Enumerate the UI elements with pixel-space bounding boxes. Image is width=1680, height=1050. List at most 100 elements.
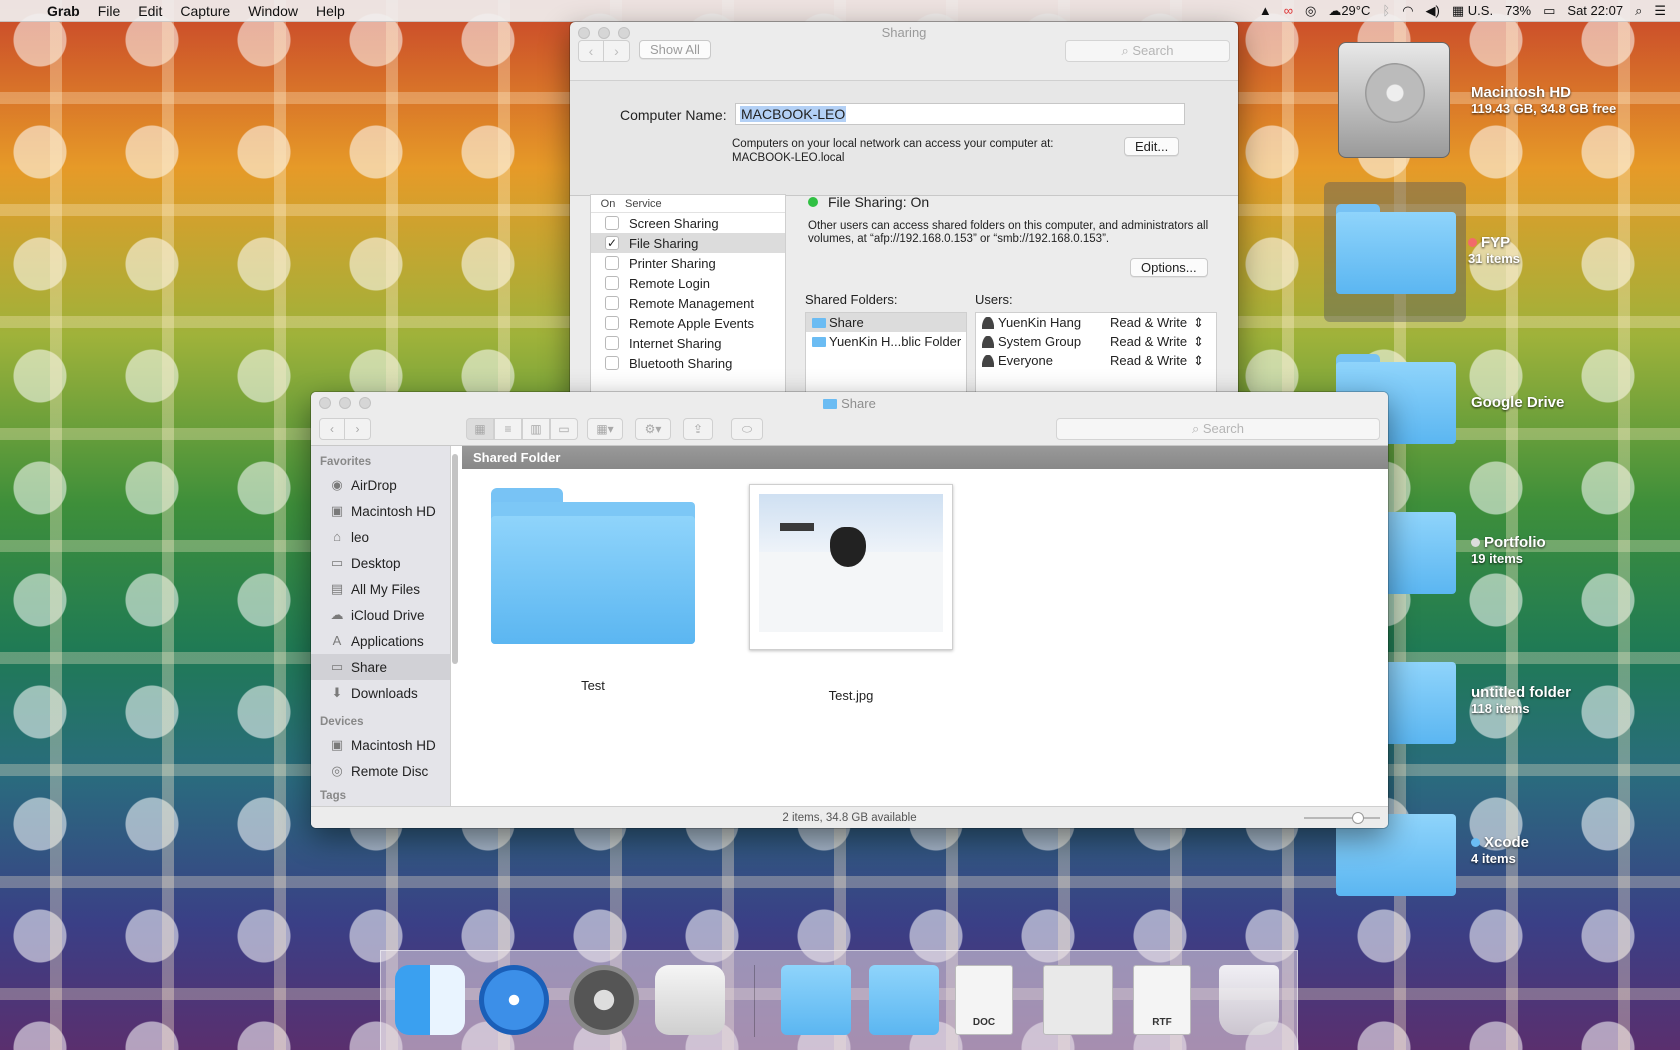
permission-popup[interactable]: Read & Write ⇕ bbox=[1110, 353, 1204, 369]
user-row[interactable]: YuenKin Hang Read & Write ⇕ bbox=[976, 313, 1216, 332]
sidebar-item-downloads[interactable]: ⬇ Downloads bbox=[311, 680, 450, 706]
battery-percent[interactable]: 73% bbox=[1505, 3, 1531, 18]
service-row-remote-login[interactable]: Remote Login bbox=[591, 273, 785, 293]
grab-app-icon[interactable] bbox=[655, 965, 725, 1035]
service-row-screen-sharing[interactable]: Screen Sharing bbox=[591, 213, 785, 233]
file-item-test-jpg[interactable]: Test.jpg bbox=[749, 484, 953, 703]
macintosh-hd-drive-icon[interactable] bbox=[1338, 42, 1450, 158]
clock[interactable]: Sat 22:07 bbox=[1567, 3, 1623, 18]
google-drive-icon[interactable]: ▲ bbox=[1259, 3, 1272, 18]
sidebar-item-all-my-files[interactable]: ▤ All My Files bbox=[311, 576, 450, 602]
service-row-remote-management[interactable]: Remote Management bbox=[591, 293, 785, 313]
icon-view-icon[interactable]: ▦ bbox=[466, 418, 494, 440]
sidebar-label: Macintosh HD bbox=[351, 503, 436, 519]
checkbox[interactable] bbox=[605, 296, 619, 310]
shared-folder-row[interactable]: Share bbox=[806, 313, 966, 332]
sidebar-item-airdrop[interactable]: ◉ AirDrop bbox=[311, 472, 450, 498]
sidebar-item-icloud-drive[interactable]: ☁ iCloud Drive bbox=[311, 602, 450, 628]
checkbox[interactable] bbox=[605, 256, 619, 270]
back-chevron-icon[interactable]: ‹ bbox=[578, 40, 604, 62]
minimize-button[interactable] bbox=[598, 27, 610, 39]
menu-edit[interactable]: Edit bbox=[129, 3, 171, 19]
close-button[interactable] bbox=[578, 27, 590, 39]
volume-icon[interactable]: ◀) bbox=[1426, 3, 1440, 19]
menu-capture[interactable]: Capture bbox=[171, 3, 239, 19]
sidebar-item-macintosh-hd[interactable]: ▣ Macintosh HD bbox=[311, 498, 450, 524]
service-row-remote-apple-events[interactable]: Remote Apple Events bbox=[591, 313, 785, 333]
slider-knob[interactable] bbox=[1352, 812, 1364, 824]
checkbox[interactable]: ✓ bbox=[605, 236, 619, 250]
document-preview-icon[interactable] bbox=[1043, 965, 1113, 1035]
icon-size-slider[interactable] bbox=[1304, 812, 1380, 824]
permission-popup[interactable]: Read & Write ⇕ bbox=[1110, 315, 1204, 331]
record-icon[interactable]: ◎ bbox=[1305, 3, 1316, 19]
user-row[interactable]: Everyone Read & Write ⇕ bbox=[976, 351, 1216, 370]
sidebar-item-applications[interactable]: A Applications bbox=[311, 628, 450, 654]
edit-button[interactable]: Edit... bbox=[1124, 137, 1180, 156]
back-chevron-icon[interactable]: ‹ bbox=[319, 418, 345, 440]
checkbox[interactable] bbox=[605, 336, 619, 350]
rtf-file-icon[interactable]: RTF bbox=[1133, 965, 1191, 1035]
service-row-file-sharing[interactable]: ✓ File Sharing bbox=[591, 233, 785, 253]
cover-flow-icon[interactable]: ▭ bbox=[550, 418, 578, 440]
finder-search-input[interactable]: ⌕ Search bbox=[1056, 418, 1380, 440]
infinity-icon[interactable]: ∞ bbox=[1284, 3, 1293, 18]
applications-icon: A bbox=[332, 633, 342, 648]
documents-stack-icon[interactable] bbox=[781, 965, 851, 1035]
input-source[interactable]: ▦ U.S. bbox=[1452, 3, 1493, 19]
sharing-search-input[interactable]: ⌕ Search bbox=[1065, 40, 1230, 62]
sidebar-item-desktop[interactable]: ▭ Desktop bbox=[311, 550, 450, 576]
share-button[interactable]: ⇪ bbox=[683, 418, 713, 440]
checkbox[interactable] bbox=[605, 216, 619, 230]
sidebar-item-remote-disc[interactable]: ◎ Remote Disc bbox=[311, 758, 450, 784]
bluetooth-icon[interactable]: ᛒ bbox=[1382, 3, 1390, 18]
updown-chevron-icon: ⇕ bbox=[1193, 314, 1204, 330]
checkbox[interactable] bbox=[605, 316, 619, 330]
finder-toolbar[interactable]: Share ‹ › ▦ ≡ ▥ ▭ ▦▾ ⚙▾ ⇪ ⬭ ⌕ Search bbox=[311, 392, 1388, 446]
file-item-test-folder[interactable]: Test bbox=[491, 488, 695, 693]
system-preferences-app-icon[interactable] bbox=[569, 965, 639, 1035]
show-all-button[interactable]: Show All bbox=[639, 40, 711, 59]
computer-name-field[interactable]: MACBOOK-LEO bbox=[735, 103, 1185, 125]
list-view-icon[interactable]: ≡ bbox=[494, 418, 522, 440]
weather-widget[interactable]: ☁29°C bbox=[1328, 3, 1370, 19]
menu-file[interactable]: File bbox=[89, 3, 130, 19]
service-row-printer-sharing[interactable]: Printer Sharing bbox=[591, 253, 785, 273]
action-button[interactable]: ⚙▾ bbox=[635, 418, 671, 440]
zoom-button[interactable] bbox=[618, 27, 630, 39]
user-row[interactable]: System Group Read & Write ⇕ bbox=[976, 332, 1216, 351]
service-row-internet-sharing[interactable]: Internet Sharing bbox=[591, 333, 785, 353]
arrange-button[interactable]: ▦▾ bbox=[587, 418, 623, 440]
shared-folder-row[interactable]: YuenKin H...blic Folder bbox=[806, 332, 966, 351]
spotlight-search-icon[interactable]: ⌕ bbox=[1635, 3, 1642, 19]
trash-icon[interactable] bbox=[1219, 965, 1279, 1035]
forward-chevron-icon[interactable]: › bbox=[604, 40, 630, 62]
app-menu[interactable]: Grab bbox=[38, 3, 89, 19]
sidebar-item-share[interactable]: ▭ Share bbox=[311, 654, 450, 680]
downloads-stack-icon[interactable] bbox=[869, 965, 939, 1035]
weather-temp: 29°C bbox=[1341, 2, 1371, 18]
sidebar-item-leo[interactable]: ⌂ leo bbox=[311, 524, 450, 550]
fyp-folder-icon[interactable] bbox=[1336, 204, 1456, 294]
computer-name-label: Computer Name: bbox=[620, 107, 727, 123]
menu-window[interactable]: Window bbox=[239, 3, 307, 19]
tag-button[interactable]: ⬭ bbox=[731, 418, 763, 440]
doc-file-icon[interactable]: DOC bbox=[955, 965, 1013, 1035]
menu-help[interactable]: Help bbox=[307, 3, 354, 19]
forward-chevron-icon[interactable]: › bbox=[345, 418, 371, 440]
permission-popup[interactable]: Read & Write ⇕ bbox=[1110, 334, 1204, 350]
column-view-icon[interactable]: ▥ bbox=[522, 418, 550, 440]
battery-icon[interactable]: ▭ bbox=[1543, 3, 1555, 19]
sidebar-scrollbar[interactable] bbox=[452, 454, 458, 664]
wifi-icon[interactable]: ◠ bbox=[1402, 3, 1413, 19]
notification-center-icon[interactable]: ☰ bbox=[1654, 3, 1666, 19]
checkbox[interactable] bbox=[605, 356, 619, 370]
checkbox[interactable] bbox=[605, 276, 619, 290]
service-row-bluetooth-sharing[interactable]: Bluetooth Sharing bbox=[591, 353, 785, 373]
sidebar-item-device-macintosh-hd[interactable]: ▣ Macintosh HD bbox=[311, 732, 450, 758]
options-button[interactable]: Options... bbox=[1130, 258, 1208, 277]
file-sharing-status: File Sharing: On bbox=[808, 194, 929, 210]
file-sharing-description: Other users can access shared folders on… bbox=[808, 220, 1209, 245]
safari-app-icon[interactable] bbox=[479, 965, 549, 1035]
finder-app-icon[interactable] bbox=[395, 965, 465, 1035]
